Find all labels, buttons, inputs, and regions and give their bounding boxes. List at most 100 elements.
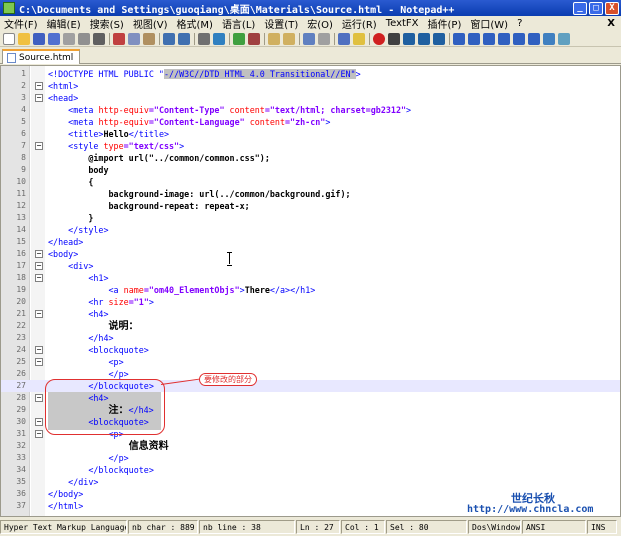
fold-toggle-icon[interactable]: − bbox=[35, 250, 43, 258]
menu-search[interactable]: 搜索(S) bbox=[90, 16, 124, 31]
sync-vertical-icon[interactable] bbox=[268, 32, 280, 45]
copy-icon[interactable] bbox=[128, 32, 140, 45]
cut-icon[interactable] bbox=[113, 32, 125, 45]
code-line: 7 − <style type="text/css"> bbox=[1, 140, 620, 152]
code-token: > bbox=[406, 105, 412, 115]
code-line: 33 </p> bbox=[1, 452, 620, 464]
code-token: 说明： bbox=[108, 321, 139, 332]
plugin-icon[interactable] bbox=[543, 32, 555, 45]
paste-icon[interactable] bbox=[143, 32, 155, 45]
check-icon[interactable] bbox=[558, 32, 570, 45]
menu-file[interactable]: 文件(F) bbox=[4, 16, 38, 31]
move-up-icon[interactable] bbox=[468, 32, 480, 45]
sort-icon[interactable] bbox=[513, 32, 525, 45]
code-line: 6 <title>Hello</title> bbox=[1, 128, 620, 140]
code-token: <!DOCTYPE HTML PUBLIC " bbox=[48, 69, 164, 79]
tab-label: Source.html bbox=[19, 52, 74, 63]
fold-toggle-icon[interactable]: − bbox=[35, 274, 43, 282]
code-token: http-equiv bbox=[98, 105, 149, 115]
fold-toggle-icon[interactable]: − bbox=[35, 418, 43, 426]
code-token: @import url("../common/common.css"); bbox=[88, 153, 270, 163]
code-line: 1 <!DOCTYPE HTML PUBLIC "-//W3C//DTD HTML… bbox=[1, 68, 620, 80]
trim-icon[interactable] bbox=[498, 32, 510, 45]
word-wrap-icon[interactable] bbox=[303, 32, 315, 45]
minimize-button[interactable]: _ bbox=[573, 1, 587, 15]
code-token: </html> bbox=[48, 501, 84, 511]
menu-view[interactable]: 视图(V) bbox=[133, 16, 168, 31]
code-editor[interactable]: 1 <!DOCTYPE HTML PUBLIC "-//W3C//DTD HTML… bbox=[0, 65, 621, 517]
code-line: 23 </h4> bbox=[1, 332, 620, 344]
save-macro-icon[interactable] bbox=[433, 32, 445, 45]
code-token: > bbox=[355, 69, 361, 79]
code-line: 3 − <head> bbox=[1, 92, 620, 104]
fold-toggle-icon[interactable]: − bbox=[35, 430, 43, 438]
menu-macro[interactable]: 宏(O) bbox=[307, 16, 333, 31]
code-token: } bbox=[88, 213, 94, 223]
undo-icon[interactable] bbox=[163, 32, 175, 45]
fold-toggle-icon[interactable]: − bbox=[35, 94, 43, 102]
new-file-icon[interactable] bbox=[3, 32, 15, 45]
line-number: 32 bbox=[16, 441, 26, 450]
print-icon[interactable] bbox=[93, 32, 105, 45]
open-file-icon[interactable] bbox=[18, 32, 30, 45]
fold-toggle-icon[interactable]: − bbox=[35, 142, 43, 150]
fold-toggle-icon[interactable]: − bbox=[35, 346, 43, 354]
maximize-button[interactable]: □ bbox=[589, 1, 603, 15]
line-number: 28 bbox=[16, 393, 26, 402]
menu-plugins[interactable]: 插件(P) bbox=[428, 16, 462, 31]
find-icon[interactable] bbox=[198, 32, 210, 45]
align-icon[interactable] bbox=[453, 32, 465, 45]
close-button[interactable]: X bbox=[605, 1, 619, 15]
sync-horizontal-icon[interactable] bbox=[283, 32, 295, 45]
code-token: </body> bbox=[48, 489, 84, 499]
code-line: 2 − <html> bbox=[1, 80, 620, 92]
fold-toggle-icon[interactable]: − bbox=[35, 262, 43, 270]
fold-toggle-icon[interactable]: − bbox=[35, 394, 43, 402]
code-token: ="om40_ElementObjs" bbox=[143, 285, 240, 295]
menu-format[interactable]: 格式(M) bbox=[177, 16, 213, 31]
run-macro-multiple-icon[interactable] bbox=[418, 32, 430, 45]
menu-help[interactable]: ? bbox=[517, 18, 522, 29]
move-down-icon[interactable] bbox=[483, 32, 495, 45]
line-number: 30 bbox=[16, 417, 26, 426]
close-document-button[interactable]: X bbox=[607, 18, 615, 29]
html-tidy-icon[interactable] bbox=[528, 32, 540, 45]
line-number: 2 bbox=[21, 81, 26, 90]
annotation-label: 要修改的部分 bbox=[199, 373, 257, 386]
status-eol-format: Dos\Windows bbox=[468, 520, 521, 534]
redo-icon[interactable] bbox=[178, 32, 190, 45]
status-bar: Hyper Text Markup Language file nb char … bbox=[0, 518, 621, 536]
save-all-icon[interactable] bbox=[48, 32, 60, 45]
menu-textfx[interactable]: TextFX bbox=[386, 18, 419, 29]
toolbar-separator bbox=[369, 32, 370, 45]
fold-toggle-icon[interactable]: − bbox=[35, 358, 43, 366]
code-line: 5 <meta http-equiv="Content-Language" co… bbox=[1, 116, 620, 128]
show-all-chars-icon[interactable] bbox=[318, 32, 330, 45]
line-number: 18 bbox=[16, 273, 26, 282]
indent-guide-icon[interactable] bbox=[338, 32, 350, 45]
menu-run[interactable]: 运行(R) bbox=[342, 16, 377, 31]
user-lang-icon[interactable] bbox=[353, 32, 365, 45]
file-icon bbox=[7, 52, 16, 63]
code-line: 10 { bbox=[1, 176, 620, 188]
code-line: 8 @import url("../common/common.css"); bbox=[1, 152, 620, 164]
close-all-icon[interactable] bbox=[78, 32, 90, 45]
replace-icon[interactable] bbox=[213, 32, 225, 45]
stop-macro-icon[interactable] bbox=[388, 32, 400, 45]
zoom-out-icon[interactable] bbox=[248, 32, 260, 45]
zoom-in-icon[interactable] bbox=[233, 32, 245, 45]
play-macro-icon[interactable] bbox=[403, 32, 415, 45]
code-token: size bbox=[108, 297, 129, 307]
menu-edit[interactable]: 编辑(E) bbox=[47, 16, 81, 31]
menu-settings[interactable]: 设置(T) bbox=[264, 16, 298, 31]
fold-toggle-icon[interactable]: − bbox=[35, 310, 43, 318]
record-macro-icon[interactable] bbox=[373, 32, 385, 45]
close-file-icon[interactable] bbox=[63, 32, 75, 45]
save-icon[interactable] bbox=[33, 32, 45, 45]
code-token: ="text/html; charset=gb2312" bbox=[264, 105, 407, 115]
menu-window[interactable]: 窗口(W) bbox=[470, 16, 508, 31]
menu-language[interactable]: 语言(L) bbox=[222, 16, 255, 31]
tab-source-html[interactable]: Source.html bbox=[2, 49, 81, 64]
code-lines: 1 <!DOCTYPE HTML PUBLIC "-//W3C//DTD HTML… bbox=[1, 68, 620, 512]
fold-toggle-icon[interactable]: − bbox=[35, 82, 43, 90]
